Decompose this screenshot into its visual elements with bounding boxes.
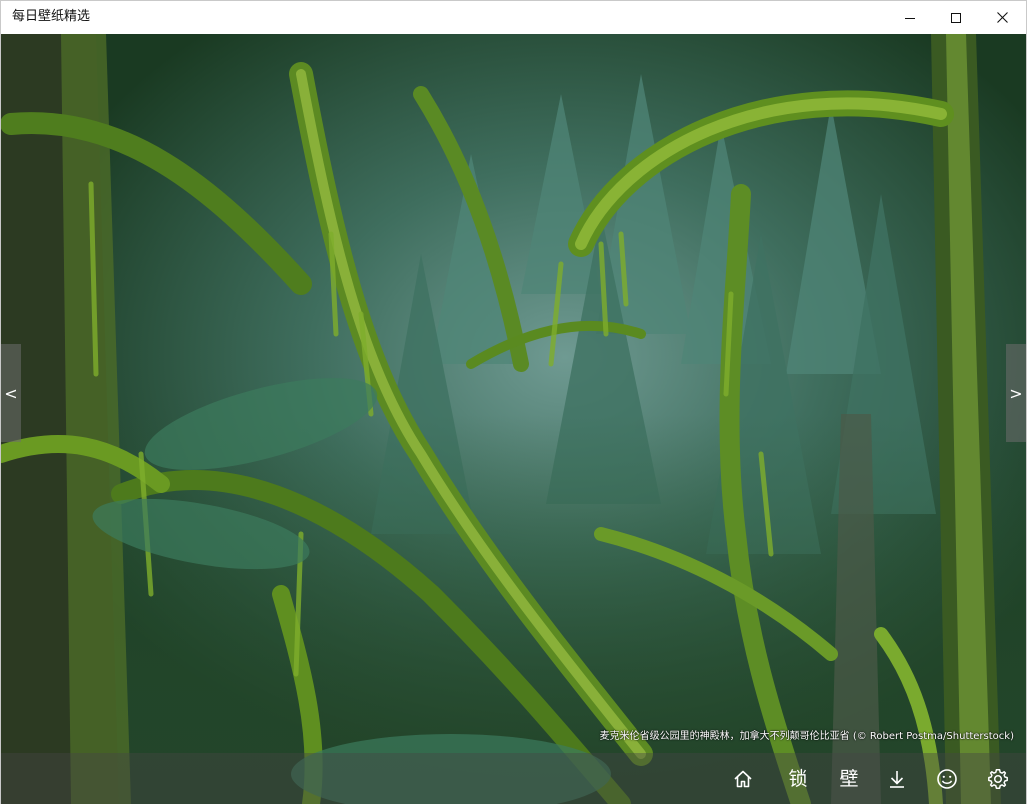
home-button[interactable] — [723, 759, 763, 799]
next-wallpaper-button[interactable]: > — [1006, 344, 1026, 442]
app-window: 每日壁纸精选 < > 麦克米伦省级公园里的神殿林，加拿大不列颠哥伦比亚省 (© … — [0, 0, 1027, 804]
lock-label: 锁 — [788, 768, 808, 790]
wallpaper-viewer: < > 麦克米伦省级公园里的神殿林，加拿大不列颠哥伦比亚省 (© Robert … — [1, 34, 1026, 804]
feedback-button[interactable] — [927, 759, 967, 799]
home-icon — [734, 770, 752, 788]
gear-icon — [988, 769, 1008, 789]
app-title: 每日壁纸精选 — [12, 9, 91, 24]
previous-wallpaper-button[interactable]: < — [1, 344, 21, 442]
download-button[interactable] — [877, 759, 917, 799]
close-button[interactable] — [979, 1, 1025, 34]
wallpaper-caption: 麦克米伦省级公园里的神殿林，加拿大不列颠哥伦比亚省 (© Robert Post… — [599, 731, 1014, 742]
smiley-icon — [937, 769, 957, 789]
settings-button[interactable] — [978, 759, 1018, 799]
bottom-toolbar: 锁 壁 — [1, 753, 1026, 804]
minimize-icon — [905, 17, 915, 19]
wallpaper-label: 壁 — [839, 768, 859, 790]
download-icon — [890, 771, 904, 788]
close-icon — [996, 12, 1008, 23]
set-wallpaper-button[interactable]: 壁 — [829, 759, 869, 799]
title-bar[interactable]: 每日壁纸精选 — [1, 1, 1026, 34]
maximize-button[interactable] — [933, 1, 979, 34]
set-lockscreen-button[interactable]: 锁 — [778, 759, 818, 799]
wallpaper-image — [1, 34, 1026, 804]
maximize-icon — [951, 12, 961, 23]
minimize-button[interactable] — [887, 1, 933, 34]
